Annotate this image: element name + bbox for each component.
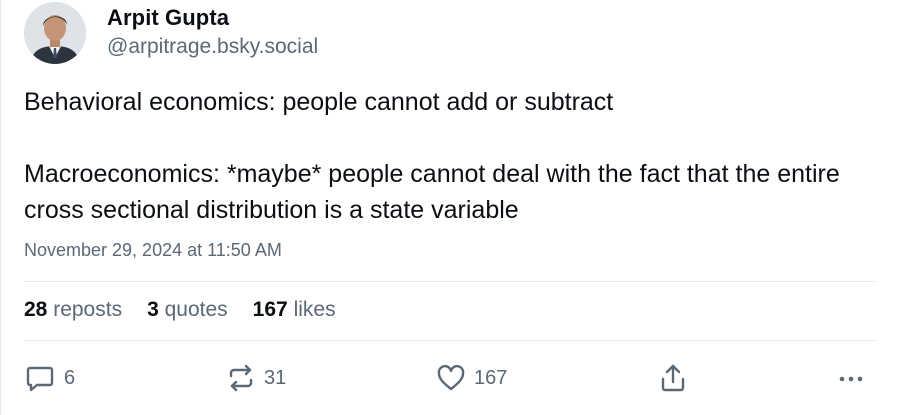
left-border — [0, 0, 1, 415]
author-handle[interactable]: @arpitrage.bsky.social — [107, 35, 318, 59]
avatar-image — [24, 2, 86, 64]
share-button[interactable] — [659, 360, 687, 396]
like-count: 167 — [474, 366, 508, 389]
action-bar: 6 31 167 — [0, 360, 898, 396]
quotes-count: 3 — [147, 298, 159, 321]
share-icon — [661, 364, 685, 392]
reposts-label: reposts — [53, 298, 123, 321]
quotes-label: quotes — [164, 298, 228, 321]
likes-label: likes — [293, 298, 336, 321]
post-timestamp[interactable]: November 29, 2024 at 11:50 AM — [24, 240, 282, 261]
likes-count: 167 — [252, 298, 288, 321]
post-text: Behavioral economics: people cannot add … — [24, 84, 874, 228]
post-card: Arpit Gupta @arpitrage.bsky.social Behav… — [0, 0, 898, 415]
divider — [24, 281, 876, 282]
author-name[interactable]: Arpit Gupta — [107, 5, 229, 31]
likes-stat[interactable]: 167 likes — [253, 298, 336, 322]
reply-count: 6 — [64, 366, 76, 389]
avatar[interactable] — [24, 2, 86, 64]
post-text-line-2: Macroeconomics: *maybe* people cannot de… — [24, 160, 840, 224]
ellipsis-icon — [839, 376, 863, 382]
heart-icon — [437, 364, 465, 391]
repost-button[interactable]: 31 — [226, 360, 286, 396]
reposts-stat[interactable]: 28 reposts — [24, 298, 122, 322]
more-options-button[interactable] — [836, 360, 866, 396]
repost-count: 31 — [264, 366, 287, 389]
speech-bubble-icon — [26, 366, 54, 392]
engagement-stats: 28 reposts 3 quotes 167 likes — [24, 298, 336, 322]
reply-button[interactable]: 6 — [24, 360, 75, 396]
quotes-stat[interactable]: 3 quotes — [147, 298, 228, 322]
repost-arrows-icon — [229, 364, 253, 392]
divider — [24, 340, 876, 341]
post-text-line-1: Behavioral economics: people cannot add … — [24, 88, 614, 116]
like-button[interactable]: 167 — [436, 360, 507, 396]
reposts-count: 28 — [24, 298, 48, 321]
